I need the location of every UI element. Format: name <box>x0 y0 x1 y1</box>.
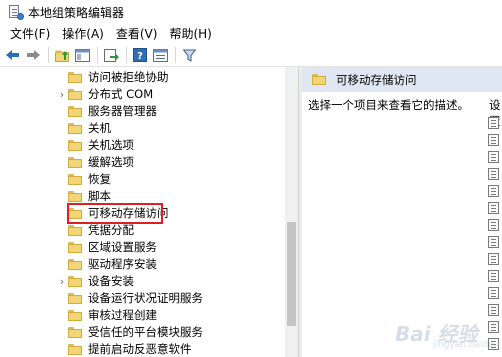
folder-icon <box>68 293 82 304</box>
folder-icon <box>68 225 82 236</box>
tree-item-label: 关机选项 <box>88 138 134 152</box>
menu-action[interactable]: 操作(A) <box>56 24 110 44</box>
up-one-level-button[interactable] <box>53 46 71 64</box>
filter-icon <box>182 49 196 62</box>
help-icon: ? <box>133 48 147 62</box>
details-title: 可移动存储访问 <box>336 72 417 87</box>
tree-item-label: 审核过程创建 <box>88 308 157 322</box>
toolbar-separator <box>97 47 98 63</box>
policy-setting-icon[interactable] <box>488 304 499 316</box>
back-button[interactable] <box>4 46 22 64</box>
properties-icon <box>152 48 168 62</box>
policy-setting-icon[interactable] <box>488 168 499 180</box>
toolbar-separator <box>48 47 49 63</box>
tree-item-label: 设备运行状况证明服务 <box>88 291 203 305</box>
folder-icon <box>68 174 82 185</box>
tree-item-label: 访问被拒绝协助 <box>88 70 169 84</box>
svg-text:?: ? <box>137 51 143 62</box>
filter-button[interactable] <box>180 46 198 64</box>
folder-icon <box>68 140 82 151</box>
folder-icon <box>68 259 82 270</box>
tree-item-label: 提前启动反恶意软件 <box>88 342 192 356</box>
chevron-right-icon[interactable]: › <box>57 88 67 101</box>
folder-icon <box>68 327 82 338</box>
folder-icon <box>68 310 82 321</box>
tree-item-label: 驱动程序安装 <box>88 257 157 271</box>
properties-button[interactable] <box>151 46 169 64</box>
policy-setting-icon[interactable] <box>488 202 499 214</box>
tree-item-label: 受信任的平台模块服务 <box>88 325 203 339</box>
forward-button[interactable] <box>24 46 42 64</box>
menu-view[interactable]: 查看(V) <box>110 24 164 44</box>
console-tree-pane[interactable]: 访问被拒绝协助 › 分布式 COM 服务器管理器 关机 关机选项 缓解选项 恢复… <box>0 67 298 357</box>
selection-highlight-box <box>67 203 163 224</box>
tree-item-label: 服务器管理器 <box>88 104 157 118</box>
window-title: 本地组策略编辑器 <box>28 5 125 20</box>
policy-setting-icon[interactable] <box>488 219 499 231</box>
up-folder-icon <box>54 50 69 62</box>
export-list-button[interactable] <box>102 46 120 64</box>
description-text: 选择一个项目来查看它的描述。 <box>308 98 469 112</box>
tree-item-label: 关机 <box>88 121 111 135</box>
export-list-icon <box>103 48 119 62</box>
help-button[interactable]: ? <box>131 46 149 64</box>
folder-icon <box>68 344 82 355</box>
toolbar-separator <box>126 47 127 63</box>
folder-icon <box>68 89 82 100</box>
tree-item-label: 缓解选项 <box>88 155 134 169</box>
menu-help[interactable]: 帮助(H) <box>163 24 217 44</box>
policy-setting-icon[interactable] <box>488 253 499 265</box>
tree-scrollbar-thumb[interactable] <box>287 222 296 326</box>
tree-item-label: 区域设置服务 <box>88 240 157 254</box>
tree-item-label: 恢复 <box>88 172 111 186</box>
baidu-jingyan-watermark: Bai 经验 jingyan.baidu.com <box>395 318 502 352</box>
details-header: 可移动存储访问 <box>302 67 502 92</box>
tree-item-label: 设备安装 <box>88 274 134 288</box>
folder-icon <box>68 106 82 117</box>
policy-setting-icon[interactable] <box>488 134 499 146</box>
folder-icon <box>68 123 82 134</box>
tree-item-label: 凭据分配 <box>88 223 134 237</box>
folder-icon <box>312 74 326 85</box>
show-hide-tree-icon <box>74 48 90 62</box>
policy-setting-icon[interactable] <box>488 287 499 299</box>
tree-item-label: 分布式 COM <box>88 87 154 101</box>
forward-arrow-icon <box>27 50 40 60</box>
watermark-subtext: jingyan.baidu.com <box>433 340 502 350</box>
menu-file[interactable]: 文件(F) <box>4 24 56 44</box>
toolbar-separator <box>175 47 176 63</box>
show-hide-console-tree-button[interactable] <box>73 46 91 64</box>
policy-setting-icon[interactable] <box>488 185 499 197</box>
policy-setting-icon[interactable] <box>488 270 499 282</box>
folder-icon <box>68 191 82 202</box>
back-arrow-icon <box>6 50 19 60</box>
folder-icon <box>68 72 82 83</box>
menu-bar: 文件(F) 操作(A) 查看(V) 帮助(H) <box>0 24 502 44</box>
policy-setting-icon[interactable] <box>488 117 499 129</box>
group-policy-app-icon <box>8 5 24 20</box>
policy-setting-icon[interactable] <box>488 151 499 163</box>
policy-setting-icon[interactable] <box>488 236 499 248</box>
title-bar: 本地组策略编辑器 <box>0 0 502 24</box>
folder-icon <box>68 276 82 287</box>
folder-icon <box>68 242 82 253</box>
toolbar: ? <box>0 44 502 66</box>
folder-icon <box>68 157 82 168</box>
details-pane: 可移动存储访问 选择一个项目来查看它的描述。 设置 <box>302 67 502 357</box>
chevron-right-icon[interactable]: › <box>57 275 67 288</box>
